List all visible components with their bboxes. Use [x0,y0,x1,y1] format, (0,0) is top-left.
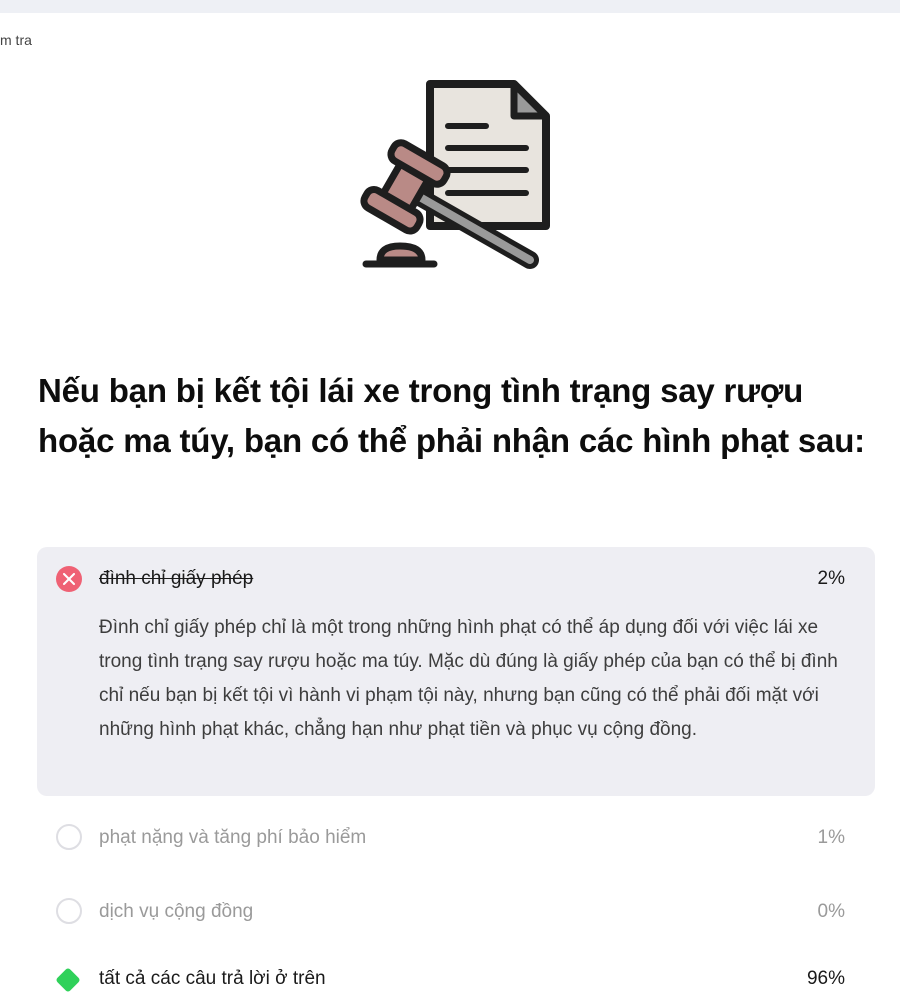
check-diamond-icon [56,968,80,992]
option-percent: 1% [817,827,845,848]
answer-option[interactable]: dịch vụ cộng đồng 0% [37,892,875,932]
option-label: phạt nặng và tăng phí bảo hiểm [99,827,367,848]
option-label: dịch vụ cộng đồng [99,901,254,922]
option-percent: 96% [806,968,845,989]
radio-empty-icon [56,898,82,924]
answer-option[interactable]: phạt nặng và tăng phí bảo hiểm 1% [37,818,875,858]
option-percent: 0% [817,901,845,922]
answer-explanation: Đình chỉ giấy phép chỉ là một trong nhữn… [99,617,838,740]
top-bar [0,0,900,13]
option-label: đình chỉ giấy phép [99,568,254,589]
x-circle-icon [56,566,82,592]
answer-option-selected-wrong[interactable]: đình chỉ giấy phép 2% Đình chỉ giấy phép… [37,547,875,796]
radio-empty-icon [56,824,82,850]
gavel-document-icon [360,80,550,269]
option-label-correct[interactable]: tất cả các câu trả lời ở trên [99,968,326,990]
question-text: Nếu bạn bị kết tội lái xe trong tình trạ… [38,372,865,459]
breadcrumb[interactable]: m tra [0,32,32,48]
option-percent: 2% [817,568,845,589]
